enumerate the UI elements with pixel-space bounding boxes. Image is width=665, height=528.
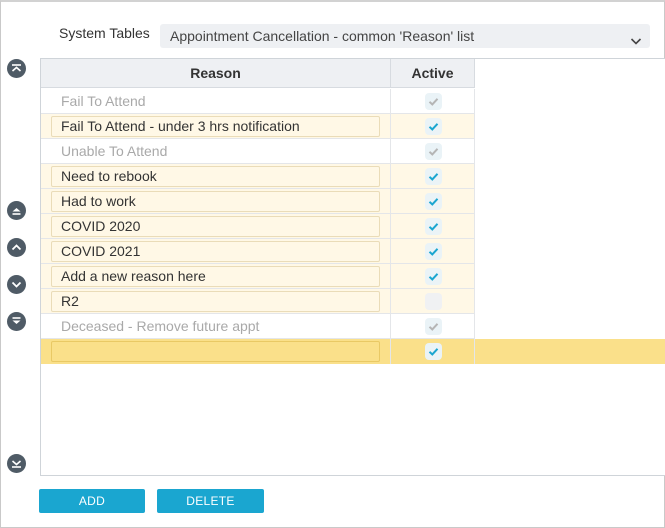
reason-input[interactable] [51,341,380,362]
table-row[interactable]: Had to work [41,189,475,214]
check-icon [428,173,439,181]
reason-cell[interactable]: COVID 2021 [41,239,391,264]
table-row[interactable]: Add a new reason here [41,264,475,289]
check-icon [428,223,439,231]
reason-cell[interactable]: Add a new reason here [41,264,391,289]
table-row[interactable]: Deceased - Remove future appt [41,314,475,339]
grid-header: Reason Active [41,59,475,88]
reason-text: Fail To Attend - under 3 hrs notificatio… [61,118,300,134]
reason-cell[interactable]: Need to rebook [41,164,391,189]
active-checkbox[interactable] [425,193,442,210]
active-checkbox[interactable] [425,268,442,285]
table-row[interactable]: Fail To Attend - under 3 hrs notificatio… [41,114,475,139]
reason-text: COVID 2020 [61,218,141,234]
active-checkbox[interactable] [425,293,442,310]
active-cell [391,214,475,239]
table-row[interactable]: Unable To Attend [41,139,475,164]
active-cell [391,164,475,189]
active-cell [391,239,475,264]
move-to-top-icon [11,64,22,72]
table-row[interactable]: COVID 2020 [41,214,475,239]
active-cell [391,314,475,339]
system-tables-label: System Tables [59,25,150,41]
column-header-reason[interactable]: Reason [41,59,391,88]
reason-text: Add a new reason here [61,268,206,284]
active-cell [391,189,475,214]
eject-down-button[interactable] [7,312,26,331]
move-up-button[interactable] [7,238,26,257]
check-icon [428,248,439,256]
reason-cell[interactable]: Fail To Attend - under 3 hrs notificatio… [41,114,391,139]
active-checkbox[interactable] [425,218,442,235]
move-to-top-button[interactable] [7,59,26,78]
check-icon [428,148,439,156]
check-icon [428,123,439,131]
delete-button[interactable]: DELETE [157,489,264,513]
active-checkbox [425,143,442,160]
active-checkbox [425,93,442,110]
table-row[interactable]: Fail To Attend [41,89,475,114]
active-checkbox[interactable] [425,118,442,135]
check-icon [428,348,439,356]
chevron-up-icon [11,244,22,251]
reason-grid: Reason Active Fail To Attend Fail To Atte… [40,58,665,476]
reason-text: Had to work [61,193,136,209]
reason-text: R2 [61,293,79,309]
active-checkbox[interactable] [425,168,442,185]
move-to-bottom-icon [11,460,22,468]
active-checkbox[interactable] [425,343,442,360]
eject-up-button[interactable] [7,201,26,220]
add-button[interactable]: ADD [39,489,145,513]
active-cell [391,114,475,139]
reason-text: Deceased - Remove future appt [61,318,260,334]
check-icon [428,323,439,331]
reason-cell[interactable]: COVID 2020 [41,214,391,239]
active-cell [391,289,475,314]
reason-input[interactable] [51,291,380,312]
table-row[interactable] [41,339,665,364]
chevron-down-icon [630,30,642,45]
check-icon [428,98,439,106]
reason-text: Fail To Attend [61,93,146,109]
active-checkbox [425,318,442,335]
reason-cell[interactable]: Had to work [41,189,391,214]
table-row[interactable]: R2 [41,289,475,314]
eject-down-icon [12,317,21,324]
table-select-value: Appointment Cancellation - common 'Reaso… [170,28,475,44]
reason-cell: Unable To Attend [41,139,391,164]
reason-cell: Fail To Attend [41,89,391,114]
move-to-bottom-button[interactable] [7,454,26,473]
table-row[interactable]: Need to rebook [41,164,475,189]
active-cell [391,139,475,164]
eject-up-icon [12,208,21,215]
reason-cell: Deceased - Remove future appt [41,314,391,339]
reason-text: Unable To Attend [61,143,168,159]
table-row[interactable]: COVID 2021 [41,239,475,264]
reason-text: Need to rebook [61,168,157,184]
move-down-button[interactable] [7,275,26,294]
check-icon [428,273,439,281]
active-cell [391,339,475,364]
reason-cell[interactable] [41,339,391,364]
active-checkbox[interactable] [425,243,442,260]
table-select[interactable]: Appointment Cancellation - common 'Reaso… [160,24,650,48]
column-header-active[interactable]: Active [391,59,475,88]
active-cell [391,89,475,114]
active-cell [391,264,475,289]
chevron-down-icon [11,281,22,288]
check-icon [428,198,439,206]
reason-cell[interactable]: R2 [41,289,391,314]
reason-text: COVID 2021 [61,243,141,259]
